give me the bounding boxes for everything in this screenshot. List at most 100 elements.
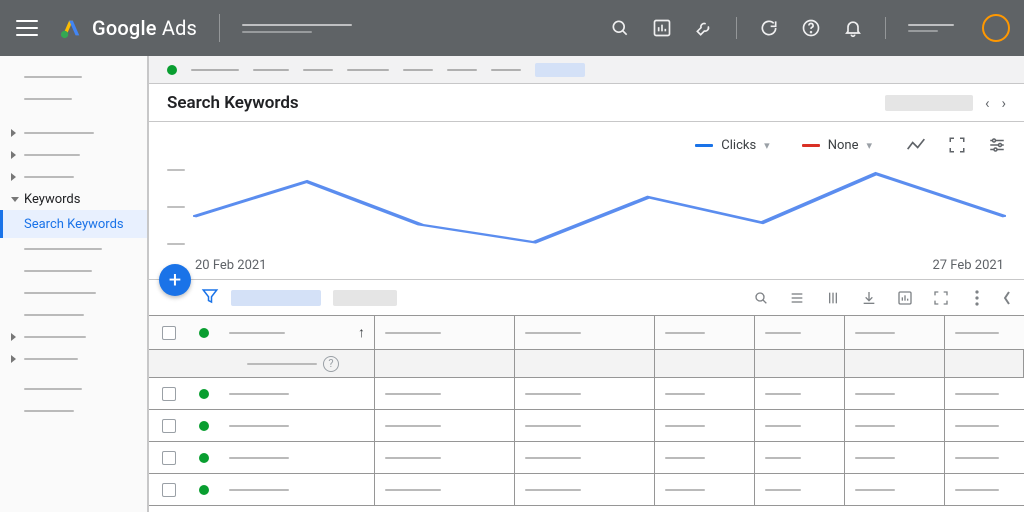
keywords-table: ↑ ?	[149, 316, 1024, 512]
sidebar-subitem[interactable]	[0, 260, 147, 282]
chart: Clicks ▾ None ▾	[149, 122, 1024, 280]
sidebar-item[interactable]	[0, 88, 147, 110]
sidebar-item[interactable]	[0, 66, 147, 88]
avatar[interactable]	[982, 14, 1010, 42]
sidebar-item[interactable]	[0, 122, 147, 144]
info-icon[interactable]: ?	[323, 356, 339, 372]
sidebar-item[interactable]	[0, 378, 147, 400]
account-selector[interactable]	[242, 24, 352, 33]
table-row[interactable]	[149, 378, 1024, 410]
account-placeholder[interactable]	[908, 24, 954, 32]
search-icon[interactable]	[752, 289, 770, 307]
header-divider	[219, 14, 220, 42]
chart-plot[interactable]	[193, 158, 1006, 256]
menu-icon[interactable]	[16, 17, 38, 39]
sidebar-item-keywords[interactable]: Keywords	[0, 188, 147, 210]
refresh-icon[interactable]	[759, 18, 779, 38]
col-header[interactable]	[855, 332, 895, 334]
col-header[interactable]	[525, 332, 581, 334]
columns-icon[interactable]	[824, 289, 842, 307]
crumb[interactable]	[253, 69, 289, 71]
table-row[interactable]	[149, 474, 1024, 506]
search-icon[interactable]	[610, 18, 630, 38]
chart-type-icon[interactable]	[906, 137, 926, 153]
brand-name: Google Ads	[92, 16, 197, 40]
google-ads-logo-icon	[60, 17, 82, 39]
next-icon[interactable]: ›	[1001, 94, 1006, 112]
segment-icon[interactable]	[788, 289, 806, 307]
crumb[interactable]	[303, 69, 333, 71]
date-start: 20 Feb 2021	[195, 258, 267, 273]
metric-label: None	[828, 138, 859, 153]
status-dot-icon	[199, 453, 209, 463]
date-range-selector[interactable]	[885, 95, 973, 111]
row-checkbox[interactable]	[162, 451, 176, 465]
table-summary-row: ?	[149, 350, 1024, 378]
table-toolbar: +	[149, 280, 1024, 316]
app-header: Google Ads	[0, 0, 1024, 56]
crumb[interactable]	[447, 69, 477, 71]
date-end: 27 Feb 2021	[932, 258, 1004, 273]
sidebar-subitem[interactable]	[0, 238, 147, 260]
col-header[interactable]	[385, 332, 441, 334]
table-row[interactable]	[149, 442, 1024, 474]
breadcrumb	[149, 56, 1024, 84]
sort-asc-icon[interactable]: ↑	[358, 324, 365, 341]
more-icon[interactable]	[968, 289, 986, 307]
row-checkbox[interactable]	[162, 387, 176, 401]
status-header-icon	[199, 328, 209, 338]
chevron-down-icon: ▾	[764, 139, 770, 152]
filter-chip[interactable]	[333, 290, 397, 306]
y-axis	[167, 158, 193, 256]
adjust-icon[interactable]	[988, 136, 1006, 154]
filter-icon[interactable]	[201, 287, 219, 309]
status-dot-icon	[199, 421, 209, 431]
collapse-icon[interactable]	[1004, 289, 1010, 307]
sidebar-item[interactable]	[0, 326, 147, 348]
metric-swatch	[695, 144, 713, 147]
expand-icon[interactable]	[932, 289, 950, 307]
col-keyword[interactable]	[229, 332, 285, 334]
help-icon[interactable]	[801, 18, 821, 38]
sidebar-item[interactable]	[0, 166, 147, 188]
prev-icon[interactable]: ‹	[985, 94, 990, 112]
table-row[interactable]	[149, 410, 1024, 442]
col-header[interactable]	[955, 332, 999, 334]
tools-icon[interactable]	[694, 18, 714, 38]
main: Search Keywords ‹ › Clicks ▾ None ▾	[148, 56, 1024, 512]
crumb[interactable]	[403, 69, 433, 71]
metric-primary[interactable]: Clicks ▾	[689, 136, 775, 155]
row-checkbox[interactable]	[162, 419, 176, 433]
header-actions	[610, 14, 1010, 42]
sidebar-item-search-keywords[interactable]: Search Keywords	[0, 210, 147, 238]
col-header[interactable]	[765, 332, 801, 334]
select-all-checkbox[interactable]	[162, 326, 176, 340]
sidebar-item[interactable]	[0, 348, 147, 370]
add-button[interactable]: +	[159, 264, 191, 296]
status-dot-icon	[199, 389, 209, 399]
sidebar-subitem[interactable]	[0, 282, 147, 304]
download-icon[interactable]	[860, 289, 878, 307]
page-title: Search Keywords	[167, 93, 299, 113]
expand-icon[interactable]	[948, 136, 966, 154]
filter-chip[interactable]	[231, 290, 321, 306]
crumb[interactable]	[347, 69, 389, 71]
brand[interactable]: Google Ads	[60, 16, 197, 40]
crumb[interactable]	[491, 69, 521, 71]
status-dot-icon	[199, 485, 209, 495]
table-header: ↑	[149, 316, 1024, 350]
title-bar: Search Keywords ‹ ›	[149, 84, 1024, 122]
reports-icon[interactable]	[896, 289, 914, 307]
sidebar-subitem[interactable]	[0, 304, 147, 326]
crumb[interactable]	[191, 69, 239, 71]
col-header[interactable]	[665, 332, 705, 334]
row-checkbox[interactable]	[162, 483, 176, 497]
sidebar-item[interactable]	[0, 400, 147, 422]
crumb-selected[interactable]	[535, 63, 585, 77]
reports-icon[interactable]	[652, 18, 672, 38]
notifications-icon[interactable]	[843, 18, 863, 38]
metric-secondary[interactable]: None ▾	[796, 136, 878, 155]
sidebar-item[interactable]	[0, 144, 147, 166]
chevron-down-icon: ▾	[866, 139, 872, 152]
metric-swatch	[802, 144, 820, 147]
